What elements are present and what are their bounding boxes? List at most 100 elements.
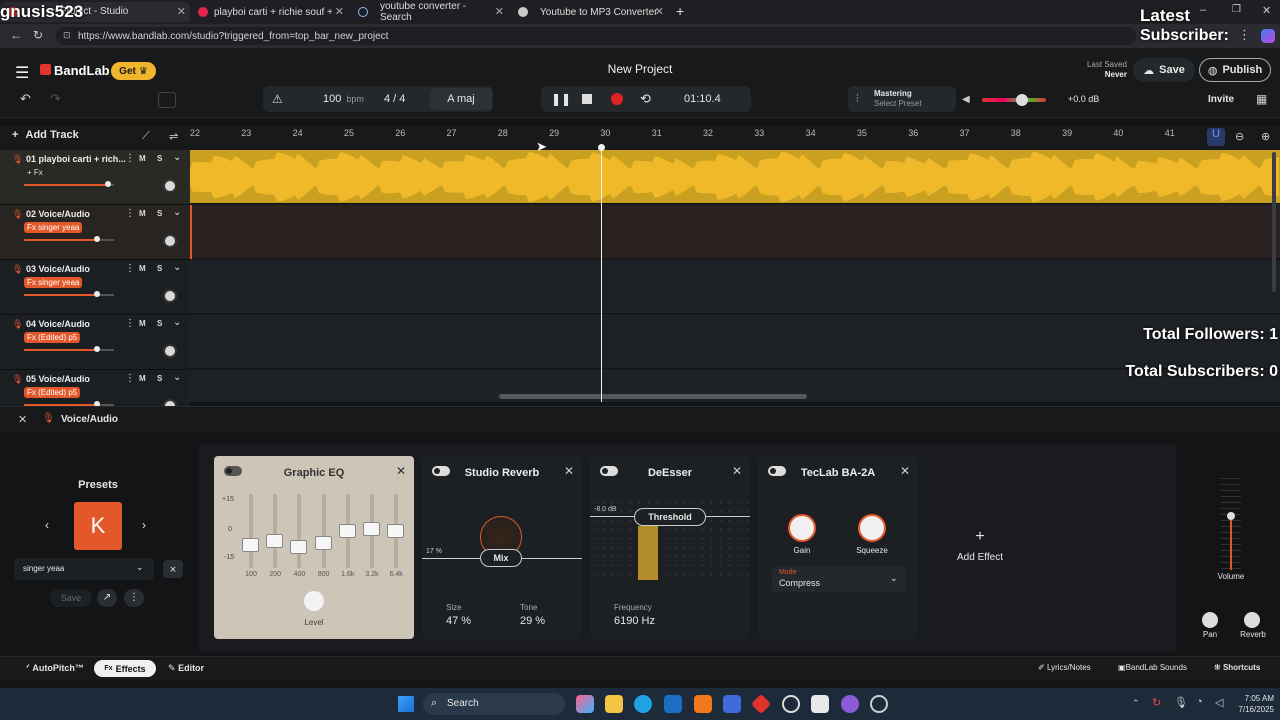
document-icon[interactable] [811, 695, 829, 713]
bandlab-sounds-button[interactable]: ▣BandLab Sounds [1118, 663, 1187, 672]
mute-button[interactable]: M [139, 264, 146, 273]
deesser-freq-value[interactable]: 6190 Hz [614, 615, 655, 627]
menu-dots-icon[interactable]: ⋮ [1238, 27, 1251, 43]
more-options-icon[interactable]: ⋮ [124, 589, 144, 607]
eq-band-track[interactable] [273, 494, 278, 568]
hamburger-menu-icon[interactable]: ☰ [15, 63, 29, 83]
track-pan-knob[interactable] [163, 234, 177, 248]
deesser-close-icon[interactable]: ✕ [732, 464, 742, 478]
eq-band-handle[interactable] [338, 524, 356, 538]
lane-2[interactable] [190, 205, 1280, 259]
track-volume-handle[interactable] [94, 346, 100, 352]
outlook-icon[interactable] [664, 695, 682, 713]
lane-1[interactable] [190, 150, 1280, 204]
track-pan-knob[interactable] [163, 344, 177, 358]
close-panel-icon[interactable]: ✕ [18, 413, 27, 426]
mode-select[interactable]: Mode Compress ⌄ [772, 566, 906, 592]
tab-search[interactable]: youtube converter - Search ✕ [350, 1, 508, 23]
track-volume-handle[interactable] [94, 291, 100, 297]
close-icon[interactable]: ✕ [335, 5, 344, 18]
game-app-icon[interactable] [750, 693, 772, 715]
solo-button[interactable]: S [157, 374, 162, 383]
eq-band-handle[interactable] [363, 522, 380, 536]
pan-knob[interactable] [1202, 612, 1218, 628]
sync-app-icon[interactable] [782, 695, 800, 713]
track-header[interactable]: 🎙 02 Voice/Audio ⋮ M S ⌄ Fx singer yeaa [0, 205, 190, 260]
eq-band-handle[interactable] [266, 534, 284, 548]
add-effect-plus-icon[interactable]: + [950, 528, 1010, 546]
chevron-down-icon[interactable]: ⌄ [173, 317, 181, 328]
eq-band-track[interactable] [249, 494, 253, 568]
squeeze-knob[interactable] [858, 514, 886, 542]
zoom-out-icon[interactable]: ⊖ [1235, 130, 1244, 143]
mute-button[interactable]: M [139, 154, 146, 163]
windows-start-icon[interactable] [398, 696, 414, 712]
fx-bypass-icon[interactable]: ⨯ [163, 560, 183, 578]
track-name[interactable]: 02 Voice/Audio [26, 209, 90, 219]
volume-fader-handle[interactable] [1227, 512, 1235, 520]
file-explorer-icon[interactable] [605, 695, 623, 713]
deesser-threshold-handle[interactable]: Threshold [634, 508, 706, 526]
microphone-tray-icon[interactable]: 🎙 [1174, 696, 1188, 709]
eq-level-knob[interactable] [304, 591, 324, 611]
track-header[interactable]: 🎙 01 playboi carti + rich... ⋮ M S ⌄ + Fx [0, 150, 190, 205]
tab-playboi[interactable]: playboi carti + richie souf + jetsc ✕ [190, 2, 348, 22]
solo-button[interactable]: S [157, 154, 162, 163]
view-toggle-icon[interactable] [158, 92, 176, 108]
wifi-icon[interactable]: ◔ [1196, 696, 1203, 708]
maximize-icon[interactable]: ❐ [1232, 4, 1241, 15]
track-volume-handle[interactable] [94, 236, 100, 242]
stop-button[interactable] [582, 94, 592, 104]
track-fx-badge[interactable]: Fx (Edited) p5 [24, 332, 81, 343]
solo-button[interactable]: S [157, 319, 162, 328]
record-button[interactable] [611, 93, 623, 105]
track-menu-icon[interactable]: ⋮ [125, 318, 135, 329]
discord-icon[interactable] [841, 695, 859, 713]
eq-band-track[interactable] [321, 494, 326, 568]
solo-button[interactable]: S [157, 209, 162, 218]
preset-save-button[interactable]: Save [50, 589, 92, 607]
metronome-icon[interactable]: ⚠ [272, 92, 283, 106]
track-name[interactable]: 04 Voice/Audio [26, 319, 90, 329]
track-menu-icon[interactable]: ⋮ [125, 263, 135, 274]
eq-band-handle[interactable] [290, 540, 308, 554]
copilot-app-icon[interactable] [576, 695, 594, 713]
track-menu-icon[interactable]: ⋮ [125, 208, 135, 219]
publish-button[interactable]: ◍ Publish [1199, 58, 1271, 82]
vertical-scrollbar[interactable] [1272, 152, 1276, 292]
mute-button[interactable]: M [139, 319, 146, 328]
compressor-close-icon[interactable]: ✕ [900, 464, 910, 478]
track-name[interactable]: 03 Voice/Audio [26, 264, 90, 274]
app-icon[interactable] [694, 695, 712, 713]
eq-band-handle[interactable] [314, 536, 332, 550]
effects-tab[interactable]: Fx Effects [94, 660, 156, 677]
minimize-icon[interactable]: – [1200, 4, 1206, 16]
clock-time[interactable]: 7:05 AM [1226, 694, 1274, 703]
tab-converter[interactable]: Youtube to MP3 Converter ✕ [510, 2, 668, 22]
tempo-field[interactable]: 100 bpm [323, 93, 364, 105]
track-name[interactable]: 05 Voice/Audio [26, 374, 90, 384]
back-icon[interactable]: ← [10, 28, 22, 42]
time-signature[interactable]: 4 / 4 [384, 93, 405, 105]
share-icon[interactable]: ↗ [97, 589, 117, 607]
save-button[interactable]: ☁ Save [1133, 58, 1195, 82]
add-effect-button[interactable]: Add Effect [940, 552, 1020, 563]
taskbar-search[interactable]: ⌕ Search [423, 693, 565, 715]
eq-band-handle[interactable] [387, 524, 405, 538]
playhead-handle[interactable] [598, 144, 605, 151]
lyrics-button[interactable]: ✐ Lyrics/Notes [1038, 663, 1091, 672]
reverb-mix-handle[interactable]: Mix [480, 549, 522, 567]
mute-button[interactable]: M [139, 374, 146, 383]
track-fx-badge[interactable]: Fx (Edited) p5 [24, 387, 81, 398]
reverb-tone-value[interactable]: 29 % [520, 615, 545, 627]
eq-band-handle[interactable] [242, 538, 259, 552]
track-name[interactable]: 01 playboi carti + rich... [26, 154, 126, 164]
horizontal-scrollbar[interactable] [499, 394, 807, 399]
add-track-button[interactable]: + Add Track [12, 129, 79, 141]
timeline-ruler[interactable]: 22 23 24 25 26 27 28 29 30 31 32 33 34 35 36 37 38 39 40 41… [190, 126, 1280, 150]
shortcuts-button[interactable]: ⁜ Shortcuts [1214, 663, 1260, 672]
playhead[interactable] [601, 144, 602, 402]
preset-artwork[interactable]: K [74, 502, 122, 550]
track-header[interactable]: 🎙 03 Voice/Audio ⋮ M S ⌄ Fx singer yeaa [0, 260, 190, 315]
obs-icon[interactable] [870, 695, 888, 713]
